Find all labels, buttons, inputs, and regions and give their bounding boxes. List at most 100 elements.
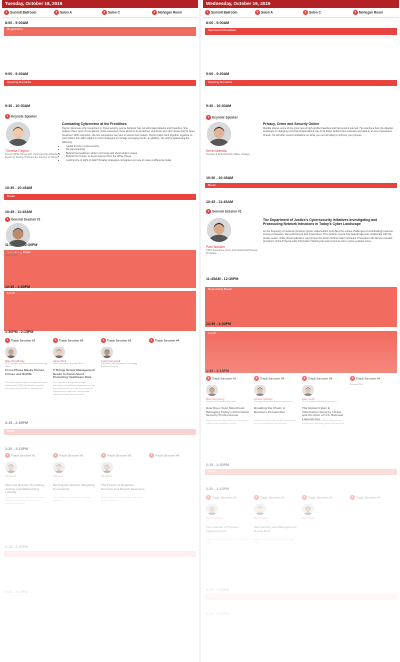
track-session-label-text: Track Session #1 (212, 376, 237, 381)
track-session-label[interactable]: 1 Track Session #1 (5, 453, 35, 458)
general-session-title: The Department of Justice's Cybersecurit… (263, 218, 378, 226)
track-session-label-text: Track Session #4 (155, 453, 180, 458)
track-speaker-role: Cyber Security, Information Technology B… (101, 363, 138, 368)
keynote-bullet-list: Global trends in cybersecurityDemand-tra… (66, 145, 196, 162)
session-bar[interactable]: Networking Break (205, 287, 397, 327)
room-number-icon: 4 (353, 10, 358, 15)
time-slot: 2:30 - 3:15PM (206, 487, 229, 491)
room-number-icon: 1 (4, 10, 9, 15)
track-session-label[interactable]: 2 Track Session #2 (254, 495, 284, 500)
session-bar[interactable]: Opening Remarks (4, 80, 196, 86)
keynote-speaker-photo (6, 122, 30, 146)
room-name: Mohegan Room (359, 10, 383, 15)
room-label: 4 Mohegan Room (353, 10, 383, 15)
track-icon: 1 (206, 376, 211, 381)
room-label: 1 Summit Ballroom (205, 10, 237, 15)
room-header-row: 1 Summit Ballroom 2 Salon A 3 Salon C 4 Mohegan… (203, 8, 399, 18)
track-speaker-role: Vice President of Network Operations (302, 401, 337, 403)
track-icon: 1 (5, 338, 10, 343)
track-session-label[interactable]: 1 Track Session #1 (206, 376, 236, 381)
track-speaker-photo (206, 503, 218, 515)
track-speaker-name[interactable]: Dennis M. (5, 475, 17, 478)
track-speaker-name[interactable]: Rick Lawrence (206, 517, 223, 520)
track-speaker-name[interactable]: Pat Hunt (53, 475, 63, 478)
keynote-bullet: Looking line of sight of data? Smarter s… (66, 159, 196, 162)
track-session-label[interactable]: 4 Track Session #4 (149, 453, 179, 458)
track-session-label[interactable]: 4 Track Session #4 (350, 376, 380, 381)
track-session-description: A business perspective on the critical s… (254, 420, 296, 425)
room-name: Salon A (261, 10, 273, 15)
track-session-description: An overview of how national laboratories… (302, 420, 345, 425)
track-icon: 3 (101, 338, 106, 343)
track-session-label[interactable]: 3 Track Session #3 (101, 453, 131, 458)
session-bar[interactable]: Lunch (205, 331, 397, 373)
track-speaker-role: Strategic Information Governance Directo… (254, 401, 293, 403)
track-session-label-text: Track Session #3 (107, 453, 132, 458)
track-session-label[interactable]: 4 Track Session #4 (149, 338, 179, 343)
track-session-label[interactable]: 3 Track Session #3 (101, 338, 131, 343)
session-bar[interactable]: Lunch (4, 291, 196, 331)
session-heading-label: Keynote Speaker (212, 115, 238, 120)
track-session-label-text: Track Session #4 (356, 376, 381, 381)
track-session-label[interactable]: 2 Track Session #2 (254, 376, 284, 381)
track-session-label[interactable]: 4 Track Session #4 (350, 495, 380, 500)
session-bar[interactable]: Break (4, 194, 196, 200)
track-session-title: The Internet of Threats: Tipping Points (206, 525, 240, 533)
track-session-label[interactable]: 1 Track Session #1 (5, 338, 35, 343)
keynote-title: Combating Cybercrime at the Frontlines (62, 122, 127, 126)
session-bar[interactable]: Break (205, 469, 397, 475)
room-label: 2 Salon A (255, 10, 273, 15)
track-session-label[interactable]: 3 Track Session #3 (302, 495, 332, 500)
track-session-label-text: Track Session #3 (308, 376, 333, 381)
session-bar[interactable]: Break (4, 551, 196, 557)
time-slot: 9:30 - 10:30AM (206, 104, 232, 108)
session-heading-label: Keynote Speaker (11, 114, 37, 119)
room-name: Salon C (108, 10, 120, 15)
time-slot: 10:45 - 11:45AM (206, 200, 233, 204)
day-column-wednesday: Wednesday, October 19, 2016 1 Summit Ballr… (203, 0, 399, 662)
session-bar[interactable]: Break (205, 594, 397, 600)
session-bar[interactable]: Registration (4, 27, 196, 36)
track-session-label-text: Track Session #2 (59, 338, 84, 343)
track-session-label[interactable]: 1 Track Session #1 (206, 495, 236, 500)
general-session-description: As the frequency of network intrusions g… (263, 230, 393, 244)
time-slot: 9:30 - 10:30AM (5, 104, 31, 108)
general-speaker-role: Chief of ICT (5, 254, 18, 257)
track-session-description: Uncertainty is growing due to changing r… (53, 497, 91, 502)
track-speaker-photo (254, 384, 266, 396)
track-session-label[interactable]: 2 Track Session #2 (53, 338, 83, 343)
room-name: Mohegan Room (158, 10, 182, 15)
track-speaker-photo (302, 384, 314, 396)
keynote-speaker-photo (207, 122, 231, 146)
track-session-label-text: Track Session #4 (155, 338, 180, 343)
general-speaker-role: CISO, Enterprise Cyber and Intellectual … (206, 249, 258, 255)
track-speaker-name[interactable]: Mike Green (254, 517, 267, 520)
track-session-title: Moving the Breach: Weighing Uncertainty (53, 483, 96, 491)
time-slot: 8:00 - 9:00AM (5, 21, 29, 25)
session-icon: 1 (206, 209, 211, 214)
track-session-label[interactable]: 3 Track Session #3 (302, 376, 332, 381)
track-session-description: Emerging threats and detection approache… (101, 497, 144, 502)
session-bar[interactable]: Break (205, 183, 397, 188)
track-icon: 2 (254, 495, 259, 500)
track-session-label-text: Track Session #1 (11, 453, 36, 458)
session-bar[interactable]: Sponsored Breakfast (205, 28, 397, 35)
room-label: 4 Mohegan Room (152, 10, 182, 15)
track-session-label[interactable]: 2 Track Session #2 (53, 453, 83, 458)
room-label: 1 Summit Ballroom (4, 10, 36, 15)
track-speaker-photo (53, 346, 65, 358)
keynote-title: Privacy, Crime and Security Online (263, 122, 320, 126)
room-number-icon: 2 (54, 10, 59, 15)
room-name: Salon C (309, 10, 321, 15)
time-slot: 9:00 - 9:30AM (5, 72, 29, 76)
track-session-label-text: Track Session #2 (260, 376, 285, 381)
track-session-title: Cross Phase Masks Stories, Crimes and RO… (5, 368, 46, 376)
track-session-label-text: Track Session #2 (59, 453, 84, 458)
session-bar[interactable]: Break (4, 429, 196, 435)
time-slot: 1:30 - 2:15PM (206, 369, 229, 373)
track-speaker-name[interactable]: Ed Walter (101, 475, 112, 478)
track-icon: 3 (302, 495, 307, 500)
track-speaker-name[interactable]: Walt Shaw (302, 517, 314, 520)
track-session-label-text: Track Session #3 (107, 338, 132, 343)
session-bar[interactable]: Opening Remarks (205, 80, 397, 86)
